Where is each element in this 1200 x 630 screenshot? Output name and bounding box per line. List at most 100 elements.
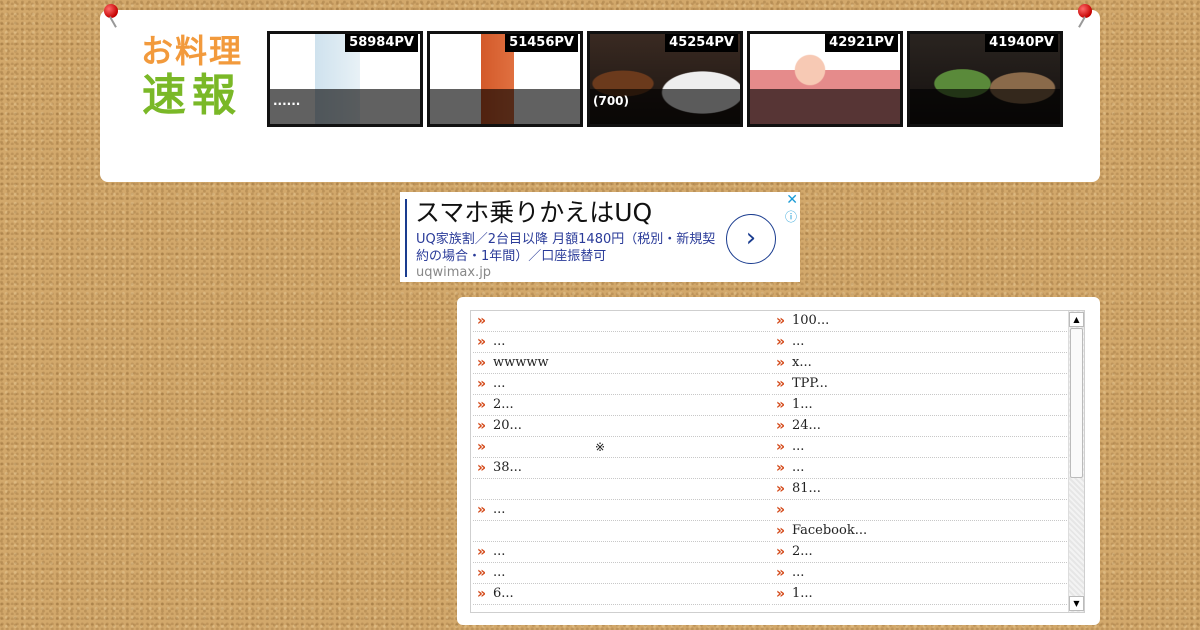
ad-title[interactable]: スマホ乗りかえはUQ [415,196,652,230]
headline-row[interactable]: »... [772,458,1069,479]
pageview-count: 41940PV [985,34,1058,52]
pushpin-icon [104,4,118,18]
headline-row[interactable]: »... [473,563,770,584]
headline-column-left: »»...» wwwww»...» 2...» 20...» ※» 38...»...».… [473,311,770,605]
headline-row[interactable]: » 2... [473,395,770,416]
double-chevron-icon: » [477,418,487,434]
double-chevron-icon: » [477,376,487,392]
headline-row[interactable]: »... [772,332,1069,353]
headline-link[interactable]: ... [493,542,505,562]
headline-link[interactable]: 1... [792,395,813,415]
headline-row[interactable]: » 6... [473,584,770,605]
site-logo[interactable]: お料理 速報 [132,32,252,122]
article-thumbnail[interactable]: 42921PV [747,31,903,127]
double-chevron-icon: » [776,376,786,392]
headline-row[interactable]: » 24... [772,416,1069,437]
headline-link[interactable]: 20... [493,416,522,436]
headline-link[interactable]: ... [493,500,505,520]
double-chevron-icon: » [776,586,786,602]
double-chevron-icon: » [477,544,487,560]
double-chevron-icon: » [477,334,487,350]
headline-row [473,479,770,500]
headline-link[interactable]: ... [792,563,804,583]
headline-row[interactable]: »... [473,374,770,395]
headline-row[interactable]: »... [473,500,770,521]
ad-close-icon[interactable]: ✕ [786,192,798,208]
article-thumbnail[interactable]: 41940PV [907,31,1063,127]
headline-link[interactable]: ... [792,458,804,478]
double-chevron-icon: » [776,397,786,413]
headline-link[interactable]: x... [792,353,812,373]
double-chevron-icon: » [776,481,786,497]
headline-link[interactable]: ... [493,563,505,583]
article-thumbnail[interactable]: 58984PV ...... [267,31,423,127]
headline-link[interactable]: 38... [493,458,522,478]
headline-list-panel: »»...» wwwww»...» 2...» 20...» ※» 38...»...».… [457,297,1100,625]
headline-row[interactable]: » x... [772,353,1069,374]
headline-row[interactable]: » 20... [473,416,770,437]
headline-row[interactable]: » [772,500,1069,521]
double-chevron-icon: » [477,397,487,413]
pageview-count: 58984PV [345,34,418,52]
double-chevron-icon: » [477,355,487,371]
ad-info-icon[interactable]: ⓘ [785,208,797,225]
headline-row[interactable]: » Facebook... [772,521,1069,542]
double-chevron-icon: » [776,418,786,434]
headline-link[interactable]: 2... [792,542,813,562]
headline-link[interactable]: ... [493,374,505,394]
headline-note: ※ [595,440,606,454]
double-chevron-icon: » [776,544,786,560]
double-chevron-icon: » [776,523,786,539]
scroll-up-icon[interactable]: ▲ [1069,312,1084,327]
article-caption [750,89,900,124]
scroll-thumb[interactable] [1070,328,1083,478]
headline-row[interactable]: » 2... [772,542,1069,563]
headline-row[interactable]: »... [473,332,770,353]
headline-link[interactable]: ... [493,332,505,352]
double-chevron-icon: » [776,460,786,476]
headline-row[interactable]: » 1... [772,395,1069,416]
ad-url[interactable]: uqwimax.jp [416,265,491,280]
ad-banner[interactable]: スマホ乗りかえはUQ UQ家族割／2台目以降 月額1480円（税別・新規契約の場… [400,192,800,282]
headline-link[interactable]: 24... [792,416,821,436]
double-chevron-icon: » [776,334,786,350]
pageview-count: 42921PV [825,34,898,52]
headline-row[interactable]: » TPP... [772,374,1069,395]
headline-link[interactable]: ... [792,437,804,457]
double-chevron-icon: » [477,502,487,518]
headline-link[interactable]: 6... [493,584,514,604]
headline-column-right: » 100...»...» x...» TPP...» 1...» 24...»...».… [772,311,1069,605]
ad-next-arrow-icon[interactable]: › [726,214,776,264]
headline-link[interactable]: Facebook... [792,521,867,541]
ad-body: UQ家族割／2台目以降 月額1480円（税別・新規契約の場合・1年間）／口座振替… [416,232,716,264]
headline-link[interactable]: 2... [493,395,514,415]
scrollbar[interactable]: ▲ ▼ [1068,311,1084,612]
article-caption: ...... [270,89,420,124]
headline-row[interactable]: » 100... [772,311,1069,332]
headline-row[interactable]: » 38... [473,458,770,479]
double-chevron-icon: » [477,586,487,602]
ad-accent-bar [405,199,407,277]
headline-row[interactable]: »... [772,563,1069,584]
article-thumbnail[interactable]: 51456PV [427,31,583,127]
headline-row[interactable]: »... [772,437,1069,458]
pushpin-icon [1078,4,1092,18]
article-thumbnail[interactable]: 45254PV (700) [587,31,743,127]
logo-line2: 速報 [142,70,242,121]
headline-link[interactable]: 81... [792,479,821,499]
headline-link[interactable]: 100... [792,311,829,331]
scroll-down-icon[interactable]: ▼ [1069,596,1084,611]
headline-row[interactable]: » 1... [772,584,1069,605]
headline-row[interactable]: » 81... [772,479,1069,500]
headline-list[interactable]: »»...» wwwww»...» 2...» 20...» ※» 38...»...».… [470,310,1085,613]
headline-row[interactable]: » [473,311,770,332]
headline-link[interactable]: TPP... [792,374,828,394]
popular-articles: 58984PV ...... 51456PV 45254PV (700) 429… [267,31,1063,127]
headline-row[interactable]: » wwwww [473,353,770,374]
headline-row[interactable]: » ※ [473,437,770,458]
headline-link[interactable]: 1... [792,584,813,604]
headline-row[interactable]: »... [473,542,770,563]
headline-link[interactable]: ... [792,332,804,352]
headline-link[interactable]: wwwww [493,353,549,373]
double-chevron-icon: » [776,502,786,518]
